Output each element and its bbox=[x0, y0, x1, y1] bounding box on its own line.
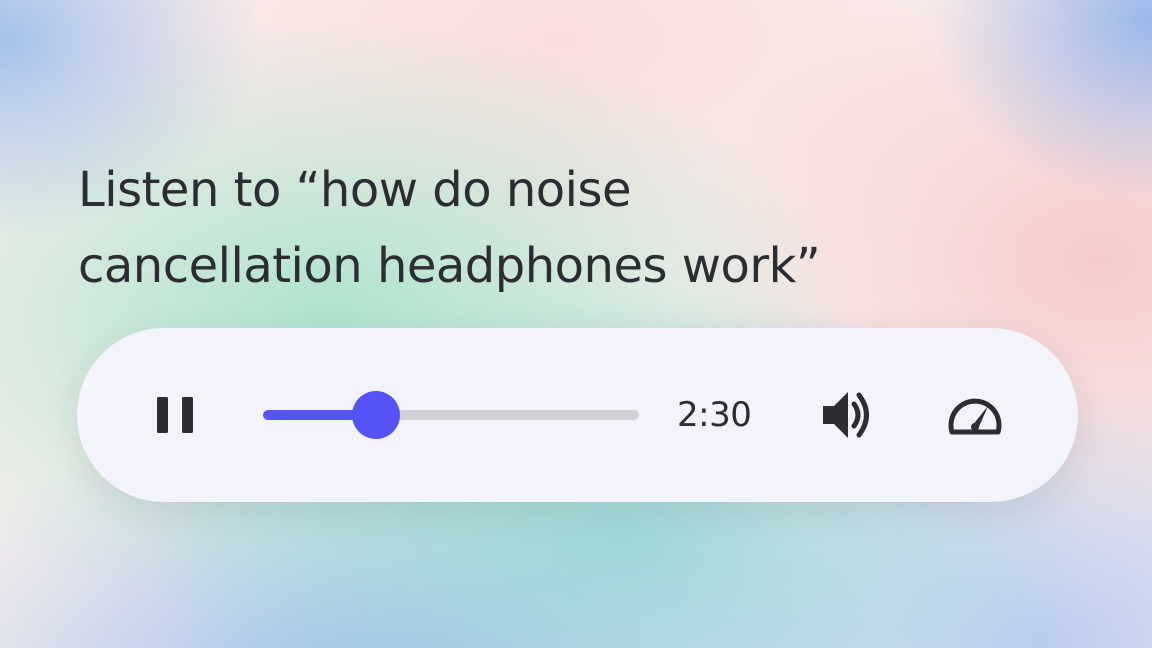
speedometer-icon bbox=[944, 392, 1006, 438]
pause-button[interactable] bbox=[147, 385, 203, 445]
progress-thumb[interactable] bbox=[352, 391, 400, 439]
title-line-2: cancellation headphones work” bbox=[78, 238, 821, 294]
page-title: Listen to “how do noise cancellation hea… bbox=[78, 152, 1058, 304]
title-line-1: Listen to “how do noise bbox=[78, 162, 632, 218]
playback-speed-button[interactable] bbox=[943, 385, 1007, 445]
gradient-background bbox=[0, 0, 1152, 648]
volume-button[interactable] bbox=[819, 385, 879, 445]
progress-slider[interactable] bbox=[263, 391, 639, 439]
elapsed-time: 2:30 bbox=[677, 395, 752, 435]
volume-up-icon bbox=[821, 389, 877, 441]
pause-icon bbox=[155, 395, 195, 435]
audio-player: 2:30 bbox=[77, 328, 1078, 502]
